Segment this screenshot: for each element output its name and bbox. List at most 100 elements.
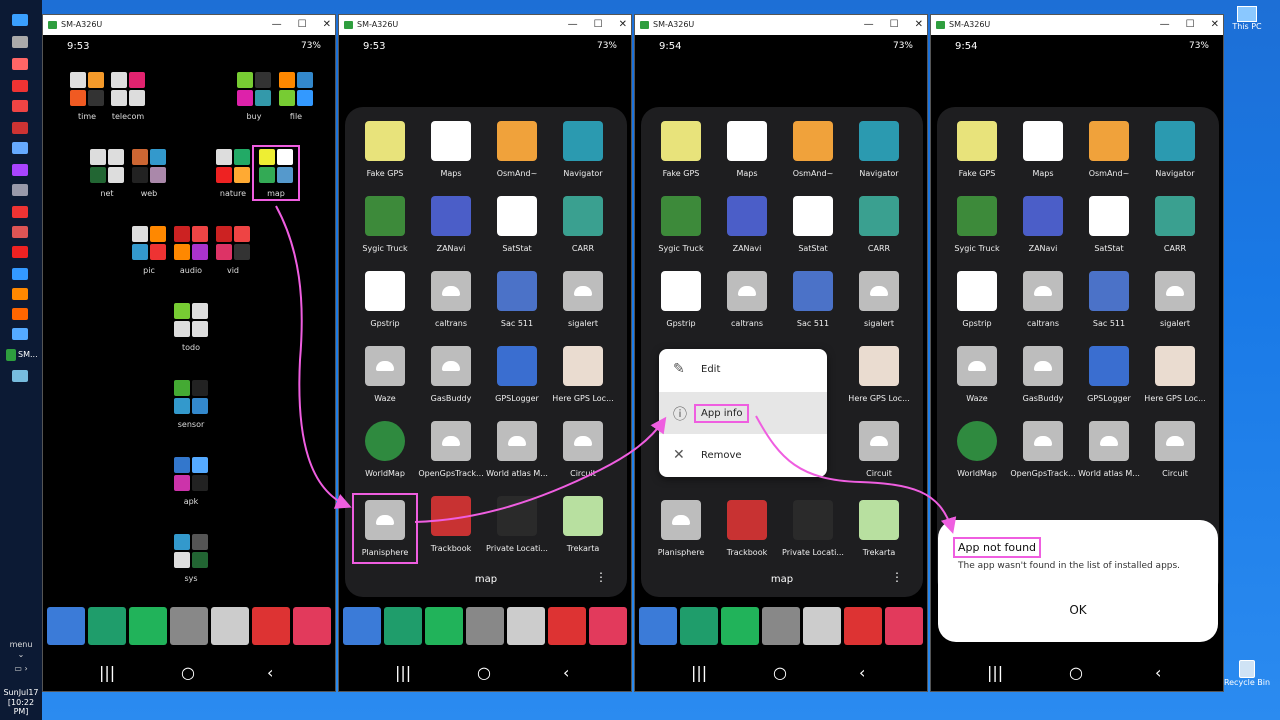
app-trackbook[interactable]: Trackbook (711, 500, 783, 557)
taskbar-app-icon[interactable] (12, 308, 28, 320)
taskbar-app-icon[interactable] (12, 14, 28, 26)
more-options-icon[interactable]: ⋮ (891, 570, 903, 584)
app-caltrans[interactable]: caltrans (415, 271, 487, 328)
app-navigator[interactable]: Navigator (1139, 121, 1211, 178)
taskbar-app-icon[interactable] (12, 100, 28, 112)
app-sac-511[interactable]: Sac 511 (481, 271, 553, 328)
folder-todo[interactable]: todo (162, 302, 220, 352)
home-button[interactable]: ○ (1069, 663, 1083, 682)
taskbar-app-icon[interactable] (6, 349, 16, 361)
window-title-bar[interactable]: SM-A326U — ☐ ✕ (43, 15, 335, 35)
app-gpstrip[interactable]: Gpstrip (941, 271, 1013, 328)
app-worldmap[interactable]: WorldMap (349, 421, 421, 478)
dock-folder-icon[interactable] (170, 607, 208, 645)
maximize-button[interactable]: ☐ (594, 15, 603, 35)
sound-icon[interactable] (844, 607, 882, 645)
taskbar-app-icon[interactable] (12, 36, 28, 48)
taskbar-app-icon[interactable] (12, 122, 28, 134)
contacts-icon[interactable] (680, 607, 718, 645)
app-caltrans[interactable]: caltrans (1007, 271, 1079, 328)
app-worldmap[interactable]: WorldMap (941, 421, 1013, 478)
camera-icon[interactable] (885, 607, 923, 645)
taskbar-app-icon[interactable] (12, 246, 28, 258)
taskbar-clock-time[interactable]: [10:22 PM] (0, 698, 42, 716)
android-icon[interactable] (507, 607, 545, 645)
taskbar-app-icon[interactable] (12, 80, 28, 92)
camera-icon[interactable] (293, 607, 331, 645)
close-button[interactable]: ✕ (915, 15, 923, 35)
home-button[interactable]: ○ (477, 663, 491, 682)
maximize-button[interactable]: ☐ (890, 15, 899, 35)
menu-item-app-info[interactable]: ⓘ App info (659, 392, 827, 434)
menu-item-edit[interactable]: ✎ Edit (659, 349, 827, 391)
window-title-bar[interactable]: SM-A326U — ☐ ✕ (635, 15, 927, 35)
taskbar-tray-icon[interactable]: ▭ › (0, 664, 42, 673)
phone-icon[interactable] (129, 607, 167, 645)
app-navigator[interactable]: Navigator (843, 121, 915, 178)
taskbar-app-icon[interactable] (12, 226, 28, 238)
app-trekarta[interactable]: Trekarta (843, 500, 915, 557)
recents-button[interactable]: ||| (691, 663, 707, 682)
taskbar-active-item[interactable]: SM... (18, 350, 38, 359)
taskbar-app-icon[interactable] (12, 206, 28, 218)
recycle-bin-icon[interactable]: Recycle Bin (1222, 660, 1272, 687)
app-gpslogger[interactable]: GPSLogger (1073, 346, 1145, 403)
app-caltrans[interactable]: caltrans (711, 271, 783, 328)
taskbar-app-icon[interactable] (12, 164, 28, 176)
app-world-atlas[interactable]: World atlas M... (481, 421, 553, 478)
menu-item-remove[interactable]: ✕ Remove (659, 435, 827, 477)
app-carr[interactable]: CARR (843, 196, 915, 253)
folder-apk[interactable]: apk (162, 456, 220, 506)
contacts-icon[interactable] (88, 607, 126, 645)
sound-icon[interactable] (252, 607, 290, 645)
messages-icon[interactable] (343, 607, 381, 645)
android-icon[interactable] (803, 607, 841, 645)
maximize-button[interactable]: ☐ (1186, 15, 1195, 35)
contacts-icon[interactable] (384, 607, 422, 645)
minimize-button[interactable]: — (568, 15, 578, 35)
app-maps[interactable]: Maps (711, 121, 783, 178)
folder-sys[interactable]: sys (162, 533, 220, 583)
home-button[interactable]: ○ (181, 663, 195, 682)
app-planisphere[interactable]: Planisphere (645, 500, 717, 557)
maximize-button[interactable]: ☐ (298, 15, 307, 35)
app-planisphere[interactable]: Planisphere (352, 493, 418, 564)
app-fake-gps[interactable]: Fake GPS (349, 121, 421, 178)
taskbar-app-icon[interactable] (12, 328, 28, 340)
app-satstat[interactable]: SatStat (777, 196, 849, 253)
app-sac-511[interactable]: Sac 511 (1073, 271, 1145, 328)
close-button[interactable]: ✕ (323, 15, 331, 35)
taskbar-app-icon[interactable] (12, 288, 28, 300)
app-circuit[interactable]: Circuit (1139, 421, 1211, 478)
taskbar-app-icon[interactable] (12, 268, 28, 280)
app-maps[interactable]: Maps (415, 121, 487, 178)
app-zanavi[interactable]: ZANavi (415, 196, 487, 253)
taskbar-app-icon[interactable] (12, 184, 28, 196)
app-here-gps[interactable]: Here GPS Loc... (547, 346, 619, 403)
recents-button[interactable]: ||| (99, 663, 115, 682)
app-satstat[interactable]: SatStat (1073, 196, 1145, 253)
phone-icon[interactable] (425, 607, 463, 645)
app-osmand[interactable]: OsmAnd~ (481, 121, 553, 178)
app-trackbook[interactable]: Trackbook (415, 496, 487, 553)
app-fake-gps[interactable]: Fake GPS (645, 121, 717, 178)
app-circuit[interactable]: Circuit (843, 421, 915, 478)
app-sygic-truck[interactable]: Sygic Truck (349, 196, 421, 253)
back-button[interactable]: ‹ (1155, 663, 1161, 682)
close-button[interactable]: ✕ (619, 15, 627, 35)
camera-icon[interactable] (589, 607, 627, 645)
this-pc-icon[interactable]: This PC (1222, 6, 1272, 31)
messages-icon[interactable] (47, 607, 85, 645)
taskbar-app-icon[interactable] (12, 370, 28, 382)
folder-nature[interactable]: nature (204, 148, 262, 198)
app-sigalert[interactable]: sigalert (843, 271, 915, 328)
app-opengpstracker[interactable]: OpenGpsTrack... (415, 421, 487, 478)
window-title-bar[interactable]: SM-A326U — ☐ ✕ (931, 15, 1223, 35)
sound-icon[interactable] (548, 607, 586, 645)
app-sigalert[interactable]: sigalert (1139, 271, 1211, 328)
minimize-button[interactable]: — (864, 15, 874, 35)
app-sigalert[interactable]: sigalert (547, 271, 619, 328)
app-maps[interactable]: Maps (1007, 121, 1079, 178)
app-gpstrip[interactable]: Gpstrip (349, 271, 421, 328)
app-zanavi[interactable]: ZANavi (1007, 196, 1079, 253)
